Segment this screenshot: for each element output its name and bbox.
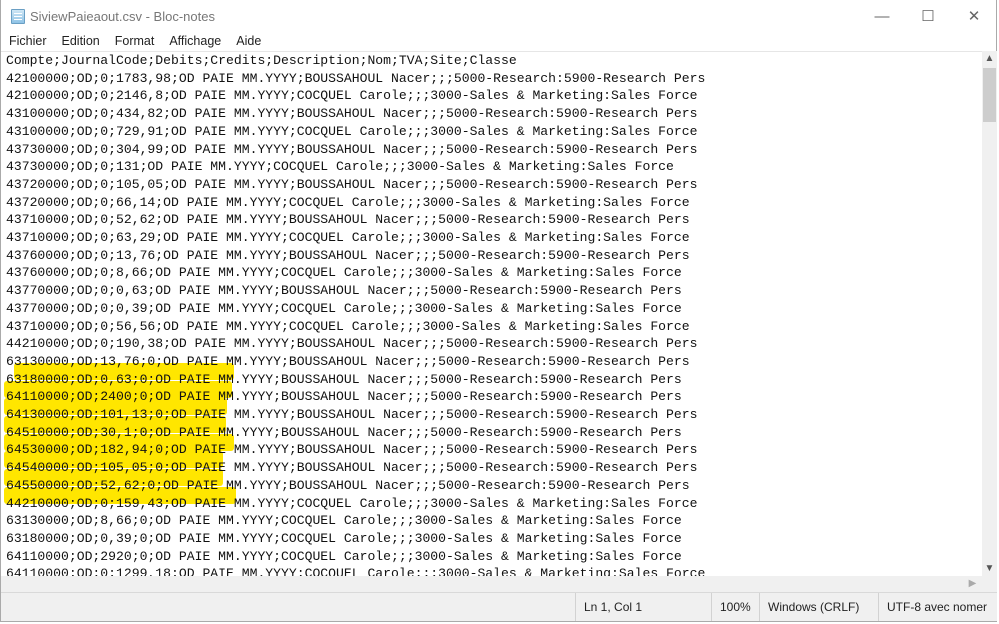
maximize-button[interactable]: ☐ [905,0,951,32]
menu-aide[interactable]: Aide [228,32,268,50]
text-line: 64530000;OD;182,94;0;OD PAIE MM.YYYY;BOU… [6,442,698,458]
scroll-up-icon[interactable]: ▲ [982,53,997,64]
text-line: 63180000;OD;0,63;0;OD PAIE MM.YYYY;BOUSS… [6,371,682,387]
text-line: 64510000;OD;30,1;0;OD PAIE MM.YYYY;BOUSS… [6,424,682,440]
file-content: Compte;JournalCode;Debits;Credits;Descri… [6,52,705,576]
text-line: 44210000;OD;0;159,43;OD PAIE MM.YYYY;COC… [6,495,698,511]
text-line: 43100000;OD;0;729,91;OD PAIE MM.YYYY;COC… [6,123,698,139]
text-line: 43710000;OD;0;63,29;OD PAIE MM.YYYY;COCQ… [6,230,690,246]
title-bar[interactable]: SiviewPaieaout.csv - Bloc-notes — ☐ ✕ [1,0,997,32]
menu-affichage[interactable]: Affichage [161,32,228,50]
text-line: 63130000;OD;8,66;0;OD PAIE MM.YYYY;COCQU… [6,513,682,529]
text-line: 64110000;OD;0;1299,18;OD PAIE MM.YYYY;CO… [6,566,706,576]
text-line: 64550000;OD;52,62;0;OD PAIE MM.YYYY;BOUS… [6,477,690,493]
text-line: 43760000;OD;0;13,76;OD PAIE MM.YYYY;BOUS… [6,247,690,263]
minimize-button[interactable]: — [859,0,905,32]
status-bar: Ln 1, Col 1 100% Windows (CRLF) UTF-8 av… [1,592,997,621]
text-line: 63180000;OD;0,39;0;OD PAIE MM.YYYY;COCQU… [6,530,682,546]
scroll-right-icon[interactable]: ▶ [965,578,980,589]
text-line: 64130000;OD;101,13;0;OD PAIE MM.YYYY;BOU… [6,407,698,423]
horizontal-scrollbar[interactable]: ▶ [1,576,982,592]
text-line: 64540000;OD;105,05;0;OD PAIE MM.YYYY;BOU… [6,460,698,476]
text-line: 43730000;OD;0;131;OD PAIE MM.YYYY;COCQUE… [6,159,674,175]
text-line: Compte;JournalCode;Debits;Credits;Descri… [6,53,517,68]
text-line: 64110000;OD;2400;0;OD PAIE MM.YYYY;BOUSS… [6,389,682,405]
menu-fichier[interactable]: Fichier [1,32,54,50]
text-line: 43720000;OD;0;66,14;OD PAIE MM.YYYY;COCQ… [6,194,690,210]
text-editor[interactable]: Compte;JournalCode;Debits;Credits;Descri… [1,51,982,576]
menu-bar: Fichier Edition Format Affichage Aide [1,32,268,50]
text-line: 43770000;OD;0;0,39;OD PAIE MM.YYYY;COCQU… [6,300,682,316]
vertical-scrollbar[interactable]: ▲ ▼ [982,51,997,576]
scrollbar-corner [982,576,997,592]
encoding: UTF-8 avec nomer [878,593,997,621]
text-line: 43100000;OD;0;434,82;OD PAIE MM.YYYY;BOU… [6,106,698,122]
text-line: 43730000;OD;0;304,99;OD PAIE MM.YYYY;BOU… [6,141,698,157]
text-line: 42100000;OD;0;2146,8;OD PAIE MM.YYYY;COC… [6,88,698,104]
scroll-thumb[interactable] [983,68,996,122]
close-button[interactable]: ✕ [951,0,997,32]
text-line: 43760000;OD;0;8,66;OD PAIE MM.YYYY;COCQU… [6,265,682,281]
window-title: SiviewPaieaout.csv - Bloc-notes [30,9,215,24]
text-line: 64110000;OD;2920;0;OD PAIE MM.YYYY;COCQU… [6,548,682,564]
menu-edition[interactable]: Edition [54,32,107,50]
notepad-icon [11,9,25,24]
zoom-level: 100% [711,593,759,621]
cursor-position: Ln 1, Col 1 [575,593,711,621]
text-line: 43720000;OD;0;105,05;OD PAIE MM.YYYY;BOU… [6,176,698,192]
line-ending: Windows (CRLF) [759,593,878,621]
text-line: 43770000;OD;0;0,63;OD PAIE MM.YYYY;BOUSS… [6,283,682,299]
notepad-window: SiviewPaieaout.csv - Bloc-notes — ☐ ✕ Fi… [0,0,997,622]
text-line: 63130000;OD;13,76;0;OD PAIE MM.YYYY;BOUS… [6,353,690,369]
text-line: 44210000;OD;0;190,38;OD PAIE MM.YYYY;BOU… [6,336,698,352]
menu-format[interactable]: Format [107,32,162,50]
text-line: 43710000;OD;0;56,56;OD PAIE MM.YYYY;COCQ… [6,318,690,334]
text-line: 42100000;OD;0;1783,98;OD PAIE MM.YYYY;BO… [6,70,706,86]
scroll-down-icon[interactable]: ▼ [982,563,997,574]
text-line: 43710000;OD;0;52,62;OD PAIE MM.YYYY;BOUS… [6,212,690,228]
